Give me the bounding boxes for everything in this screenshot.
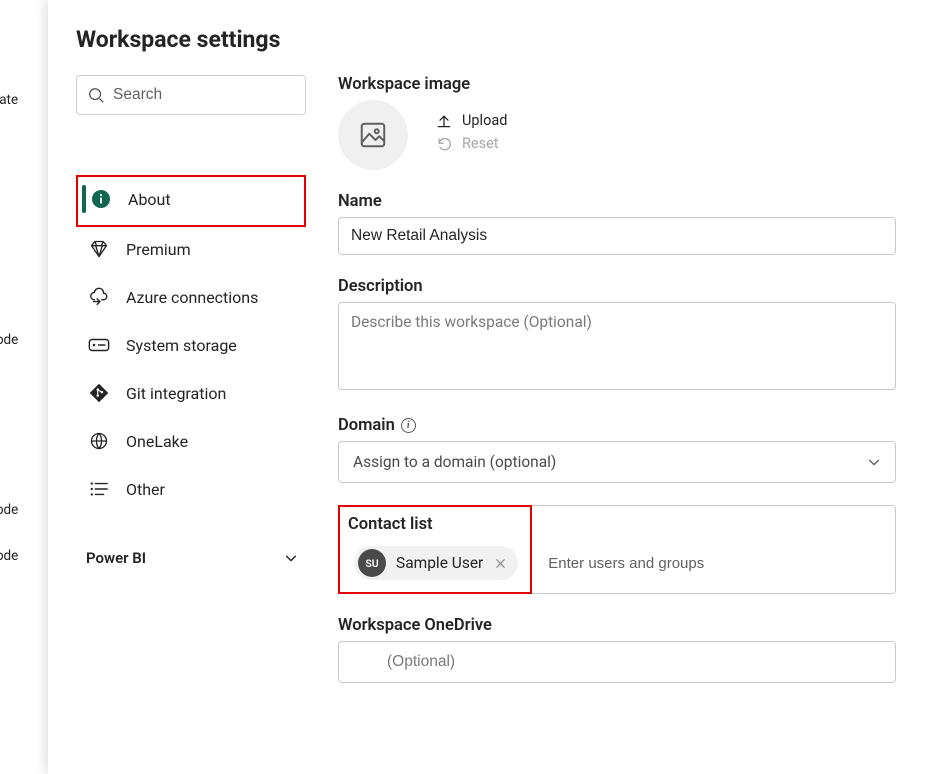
storage-icon xyxy=(88,334,110,356)
label-contact: Contact list xyxy=(348,515,522,534)
field-contact-list: Contact list SU Sample User xyxy=(338,505,896,594)
label-domain: Domain i xyxy=(338,416,896,435)
settings-panel: Workspace settings xyxy=(48,0,950,774)
description-input[interactable] xyxy=(338,302,896,390)
field-domain: Domain i Assign to a domain (optional) xyxy=(338,416,896,483)
panel-title: Workspace settings xyxy=(76,26,896,53)
nav-onelake[interactable]: OneLake xyxy=(76,419,306,463)
reset-label: Reset xyxy=(462,135,499,152)
left-column: About Premium xyxy=(76,75,306,571)
nav-other[interactable]: Other xyxy=(76,467,306,511)
remove-chip-icon[interactable] xyxy=(493,556,508,571)
name-input[interactable] xyxy=(338,217,896,255)
other-icon xyxy=(88,478,110,500)
search-icon xyxy=(87,84,105,106)
undo-icon xyxy=(436,136,452,152)
field-onedrive: Workspace OneDrive xyxy=(338,616,896,683)
contact-list-input[interactable]: Contact list SU Sample User xyxy=(338,505,896,594)
label-name: Name xyxy=(338,192,896,211)
onedrive-input[interactable] xyxy=(351,653,883,671)
workspace-image-placeholder[interactable] xyxy=(338,100,408,170)
onedrive-input-wrapper[interactable] xyxy=(338,641,896,683)
contact-chip[interactable]: SU Sample User xyxy=(354,546,518,580)
onelake-icon xyxy=(88,430,110,452)
nav-azure[interactable]: Azure connections xyxy=(76,275,306,319)
section-powerbi[interactable]: Power BI xyxy=(76,545,306,571)
highlight-about: About xyxy=(76,175,306,227)
upload-icon xyxy=(436,113,452,129)
nav-label: About xyxy=(128,190,171,209)
label-onedrive: Workspace OneDrive xyxy=(338,616,896,635)
avatar: SU xyxy=(358,549,386,577)
field-name: Name xyxy=(338,192,896,255)
domain-placeholder: Assign to a domain (optional) xyxy=(353,453,556,471)
upload-label: Upload xyxy=(462,112,507,129)
right-column: Workspace image xyxy=(338,75,896,705)
nav-premium[interactable]: Premium xyxy=(76,227,306,271)
chip-label: Sample User xyxy=(396,554,483,572)
label-domain-text: Domain xyxy=(338,416,395,435)
bg-row: mode xyxy=(0,490,22,530)
reset-button: Reset xyxy=(436,135,507,152)
search-input[interactable] xyxy=(113,86,313,104)
domain-select[interactable]: Assign to a domain (optional) xyxy=(338,441,896,483)
nav-label: Git integration xyxy=(126,384,226,403)
info-icon xyxy=(90,188,112,210)
diamond-icon xyxy=(88,238,110,260)
nav-label: OneLake xyxy=(126,432,188,451)
upload-button[interactable]: Upload xyxy=(436,112,507,129)
chevron-down-icon xyxy=(284,551,298,565)
settings-nav: About Premium xyxy=(76,175,306,511)
contact-input[interactable] xyxy=(542,506,895,593)
section-label: Power BI xyxy=(86,549,146,567)
nav-label: Azure connections xyxy=(126,288,258,307)
nav-storage[interactable]: System storage xyxy=(76,323,306,367)
nav-about[interactable]: About xyxy=(78,177,302,221)
label-workspace-image: Workspace image xyxy=(338,75,896,94)
chevron-down-icon xyxy=(867,455,881,469)
nav-label: Other xyxy=(126,480,165,499)
info-icon[interactable]: i xyxy=(401,418,416,433)
nav-git[interactable]: Git integration xyxy=(76,371,306,415)
image-icon xyxy=(358,120,388,150)
git-icon xyxy=(88,382,110,404)
label-description: Description xyxy=(338,277,896,296)
field-description: Description xyxy=(338,277,896,394)
bg-row: mode xyxy=(0,536,22,576)
search-input-wrapper[interactable] xyxy=(76,75,306,115)
cloud-arrow-icon xyxy=(88,286,110,308)
field-workspace-image: Workspace image xyxy=(338,75,896,170)
bg-row: mode xyxy=(0,320,22,360)
highlight-contact: Contact list SU Sample User xyxy=(338,505,532,594)
bg-row: pdate xyxy=(0,80,22,120)
nav-label: System storage xyxy=(126,336,237,355)
nav-label: Premium xyxy=(126,240,191,259)
